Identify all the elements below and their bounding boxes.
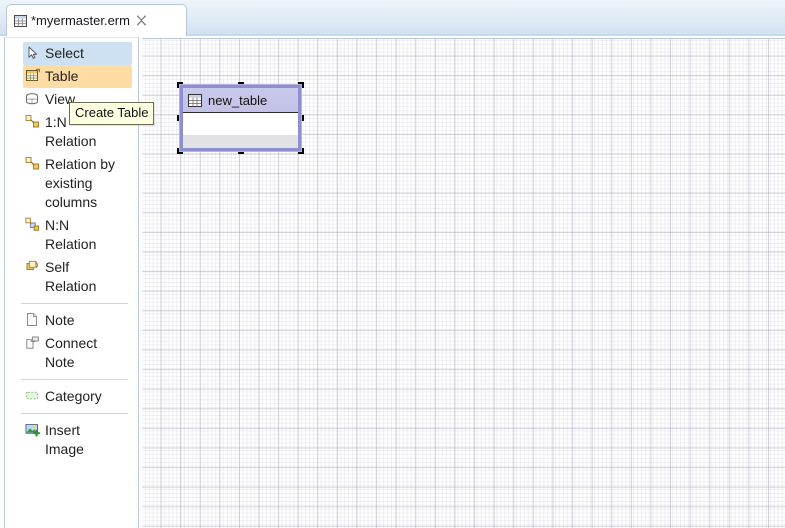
palette-item-connect-note[interactable]: Connect Note [23,332,132,374]
palette-item-table[interactable]: Table [23,65,132,88]
connect-note-icon [25,335,41,351]
close-icon[interactable] [135,14,148,27]
palette-item-label: Connect Note [45,335,98,370]
palette-item-category[interactable]: Category [23,385,132,408]
insert-image-icon [25,422,41,438]
table-node-columns-area[interactable] [183,113,298,135]
tab-myermaster-erm[interactable]: *myermaster.erm [6,4,187,36]
palette-item-label: Insert Image [45,422,84,457]
relation-1n-icon [25,114,41,130]
palette-separator [21,413,128,414]
diagram-canvas[interactable]: new_table 创新互联 [142,38,785,528]
palette-separator [21,303,128,304]
self-relation-icon [25,259,41,275]
palette-item-label: Relation by existing columns [45,156,116,210]
table-node-header[interactable]: new_table [183,88,298,113]
relation-existing-icon [25,156,41,172]
table-node-name: new_table [208,92,268,108]
palette-item-relation-by-existing-columns[interactable]: Relation by existing columns [23,153,132,214]
palette-item-label: Self Relation [45,259,97,294]
table-file-icon [14,14,27,27]
table-node-footer [183,135,298,148]
palette-item-self-relation[interactable]: Self Relation [23,256,132,298]
editor-tab-bar: *myermaster.erm [0,0,785,36]
ermaster-editor-window: *myermaster.erm Select Table View 1:N Re… [0,0,785,528]
table-node-new-table[interactable]: new_table [180,85,301,151]
create-table-tooltip: Create Table [69,102,155,125]
category-icon [25,388,41,404]
palette-item-nn-relation[interactable]: N:N Relation [23,214,132,256]
palette-item-label: N:N Relation [45,217,97,252]
cursor-arrow-icon [25,45,41,61]
palette-separator [21,379,128,380]
table-icon [188,93,202,107]
palette-item-label: Table [45,68,79,84]
palette-item-label: Note [45,312,75,328]
tab-title: *myermaster.erm [31,13,130,28]
view-icon [25,91,41,107]
table-icon [25,68,41,84]
palette-item-insert-image[interactable]: Insert Image [23,419,132,461]
relation-nn-icon [25,217,41,233]
canvas-top-border [142,38,785,39]
note-icon [25,312,41,328]
palette-item-label: Category [45,388,102,404]
palette-item-label: Select [45,45,84,61]
palette-item-select[interactable]: Select [23,42,132,65]
palette-item-note[interactable]: Note [23,309,132,332]
